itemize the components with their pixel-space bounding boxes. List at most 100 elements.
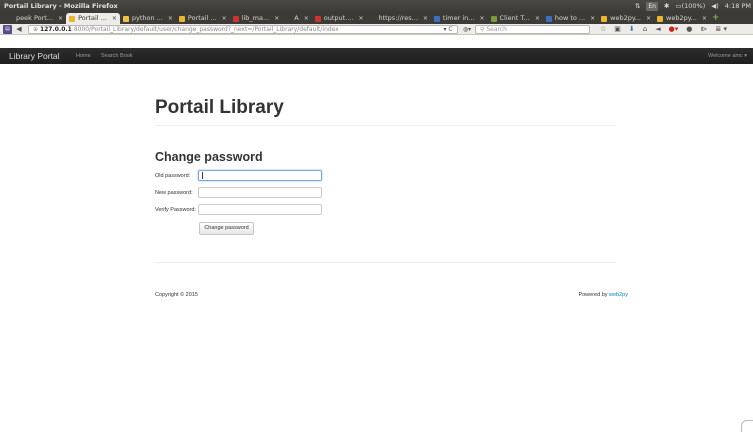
tab-label: Portail ...	[78, 14, 107, 22]
tab-label: python ...	[131, 14, 163, 22]
browser-tab[interactable]: web2py... ×	[598, 13, 654, 24]
tab-label: output....	[323, 14, 354, 22]
browser-tab[interactable]: web2py... ×	[654, 13, 710, 24]
tab-favicon-icon	[545, 15, 552, 22]
old-password-field[interactable]	[198, 170, 322, 181]
browser-tab[interactable]: timer in... ×	[431, 13, 488, 24]
tab-favicon-icon	[69, 15, 76, 22]
nav-search-book-link[interactable]: Search Book	[101, 48, 133, 64]
footer-divider	[155, 262, 615, 263]
tab-close-icon[interactable]: ×	[222, 13, 227, 24]
tab-close-icon[interactable]: ×	[423, 13, 428, 24]
home-icon[interactable]: ⌂	[643, 25, 647, 34]
brand-link[interactable]: Library Portal	[9, 48, 60, 64]
pocket-icon[interactable]: ⧐	[700, 25, 707, 34]
page-title: Portail Library	[155, 97, 284, 118]
bluetooth-icon[interactable]: ✱	[664, 0, 669, 12]
tab-close-icon[interactable]: ×	[58, 13, 63, 24]
tab-label: A	[294, 14, 299, 22]
tab-favicon-icon	[601, 15, 608, 22]
network-icon[interactable]: ⇅	[635, 0, 640, 12]
keyboard-layout-indicator[interactable]: En	[646, 1, 658, 11]
tab-label: how to ...	[554, 14, 586, 22]
reading-list-icon[interactable]: ▣	[614, 25, 621, 34]
clock[interactable]: 4:18 PM	[725, 0, 751, 12]
tab-label: https://res...	[378, 14, 418, 22]
battery-indicator[interactable]: ▭(100%)	[675, 0, 705, 12]
app-navbar: Library Portal Home Search Book Welcome …	[0, 48, 753, 64]
page-top-gap	[0, 35, 753, 48]
tab-close-icon[interactable]: ×	[112, 13, 117, 24]
tab-close-icon[interactable]: ×	[646, 13, 651, 24]
verify-password-label: Verify Password:	[155, 207, 196, 213]
nav-home-link[interactable]: Home	[76, 48, 91, 64]
verify-password-field[interactable]	[198, 204, 322, 215]
tab-close-icon[interactable]: ×	[168, 13, 173, 24]
tab-label: Client T...	[499, 14, 530, 22]
powered-by: Powered by web2py	[578, 292, 628, 298]
new-tab-icon[interactable]: +	[710, 13, 722, 24]
new-password-label: New password:	[155, 190, 193, 196]
tab-close-icon[interactable]: ×	[535, 13, 540, 24]
user-menu-toggle[interactable]: Welcome amc ▾	[708, 48, 747, 64]
menu-icon[interactable]: ≣ ▾	[715, 25, 727, 34]
reload-icon[interactable]: ▾ C	[441, 25, 455, 34]
identity-icon[interactable]: ⊕	[33, 26, 40, 33]
title-divider	[155, 125, 615, 126]
tab-close-icon[interactable]: ×	[479, 13, 484, 24]
toolbar-icons: ☆ ▣ ⬇ ⌂ ◄ ●▾ ● ⧐ ≣ ▾	[600, 25, 727, 34]
tab-favicon-icon	[7, 15, 13, 22]
tab-label: Portail ...	[187, 14, 217, 22]
tab-favicon-icon	[122, 15, 129, 22]
tab-favicon-icon	[657, 15, 664, 22]
tab-favicon-icon	[369, 15, 376, 22]
browser-tab[interactable]: peek Port... ×	[4, 13, 66, 24]
url-bar[interactable]: ⊕ 127.0.0.1:8000/Portail_Library/default…	[28, 25, 458, 34]
old-password-label: Old password:	[155, 173, 191, 179]
volume-icon[interactable]: ◀)	[711, 0, 719, 12]
bookmark-star-icon[interactable]: ☆	[600, 25, 606, 34]
system-tray: ⇅ En ✱ ▭(100%) ◀) 4:18 PM	[635, 0, 751, 12]
text-caret	[202, 172, 203, 179]
browser-toolbar: ▤ ◀ ⊕ 127.0.0.1:8000/Portail_Library/def…	[0, 24, 753, 35]
tab-label: web2py...	[666, 14, 697, 22]
tab-label: timer in...	[442, 14, 475, 22]
send-icon[interactable]: ◄	[655, 25, 660, 34]
tab-favicon-icon	[178, 15, 185, 22]
os-title-bar: Portail Library - Mozilla Firefox ⇅ En ✱…	[0, 0, 753, 12]
tab-label: peek Port...	[16, 14, 54, 22]
section-title: Change password	[155, 150, 263, 164]
tab-label: lib_ma...	[241, 14, 270, 22]
browser-tab[interactable]: lib_ma... ×	[230, 13, 283, 24]
tab-close-icon[interactable]: ×	[274, 13, 279, 24]
copyright-text: Copyright © 2015	[155, 292, 198, 298]
browser-tab[interactable]: how to ... ×	[543, 13, 598, 24]
browser-tab[interactable]: Client T... ×	[488, 13, 543, 24]
tab-close-icon[interactable]: ×	[702, 13, 707, 24]
chat-icon[interactable]: ●	[686, 25, 692, 34]
back-arrow-icon[interactable]: ◀	[14, 25, 24, 34]
browser-tab[interactable]: A ×	[282, 13, 311, 24]
tab-close-icon[interactable]: ×	[358, 13, 363, 24]
tab-close-icon[interactable]: ×	[304, 13, 309, 24]
search-input[interactable]: ⚲ Search	[475, 25, 590, 34]
browser-tab[interactable]: python ... ×	[120, 13, 176, 24]
browser-tab[interactable]: output.... ×	[312, 13, 367, 24]
browser-tab[interactable]: https://res... ×	[366, 13, 430, 24]
hot-corner-icon[interactable]	[741, 420, 753, 432]
tab-favicon-icon	[490, 15, 497, 22]
tab-close-icon[interactable]: ×	[590, 13, 595, 24]
browser-tab[interactable]: Portail ... ×	[176, 13, 230, 24]
download-icon[interactable]: ⬇	[629, 25, 635, 34]
tab-favicon-icon	[433, 15, 440, 22]
app-menu-icon[interactable]: ▤	[3, 25, 12, 34]
new-password-field[interactable]	[198, 187, 322, 198]
tab-label: web2py...	[610, 14, 641, 22]
browser-tab[interactable]: Portail ... ×	[66, 13, 120, 24]
tab-favicon-icon	[285, 15, 292, 22]
change-password-button[interactable]: Change password	[199, 222, 254, 235]
tab-favicon-icon	[314, 15, 321, 22]
search-engine-icon[interactable]: ◍▾	[460, 25, 474, 34]
web2py-link[interactable]: web2py	[609, 292, 628, 298]
addon-icon[interactable]: ●▾	[669, 25, 679, 34]
